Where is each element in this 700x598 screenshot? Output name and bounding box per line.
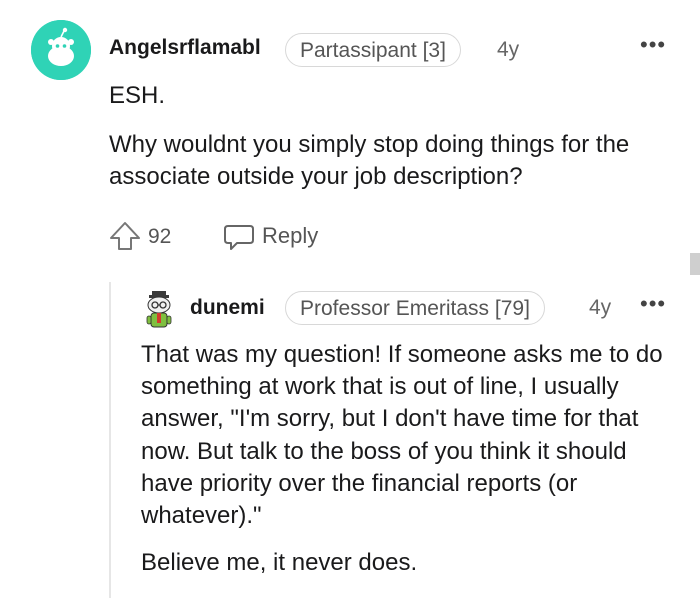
comment-author[interactable]: dunemi: [190, 296, 265, 320]
comment-paragraph: Believe me, it never does.: [141, 549, 418, 576]
upvote-icon[interactable]: [108, 219, 142, 253]
user-flair: Partassipant [3]: [285, 33, 461, 67]
thread-line[interactable]: [109, 282, 111, 598]
user-flair: Professor Emeritass [79]: [285, 291, 545, 325]
more-options-icon[interactable]: •••: [640, 291, 666, 317]
comment-paragraph: Why wouldnt you simply stop doing things…: [109, 131, 630, 190]
snoo-avatar-icon: [146, 291, 172, 328]
snoo-avatar-icon: [31, 20, 91, 80]
comment-author[interactable]: Angelsrflamabl: [109, 36, 261, 60]
comment-age: 4y: [589, 296, 612, 319]
more-options-icon[interactable]: •••: [640, 32, 666, 58]
avatar[interactable]: [143, 289, 175, 331]
avatar[interactable]: [31, 20, 91, 80]
reply-button[interactable]: Reply: [262, 223, 318, 249]
reply-icon[interactable]: [222, 219, 256, 253]
scrollbar[interactable]: [690, 253, 700, 275]
vote-count: 92: [148, 225, 172, 248]
comment-paragraph: That was my question! If someone asks me…: [141, 341, 663, 530]
comment-paragraph: ESH.: [109, 82, 166, 109]
comment-age: 4y: [497, 38, 520, 61]
